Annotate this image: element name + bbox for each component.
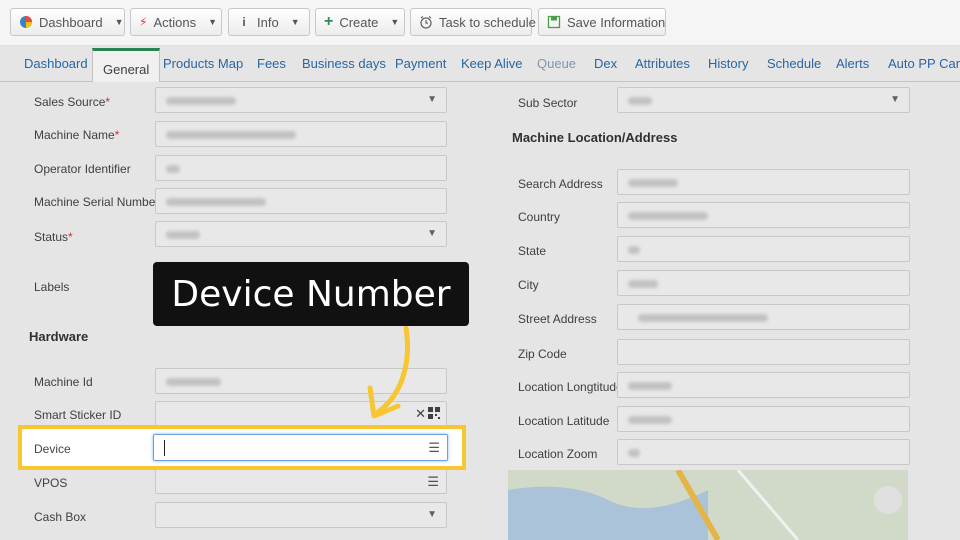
list-icon[interactable]: ☰ [428,440,440,456]
hardware-section-title: Hardware [29,329,89,344]
tab-dashboard[interactable]: Dashboard [24,56,88,71]
machine-location-heading: Machine Location/Address [512,130,678,145]
tab-dex[interactable]: Dex [594,56,617,71]
info-label: Info [257,14,279,30]
tab-payment[interactable]: Payment [395,56,446,71]
location-latitude-input[interactable] [617,406,910,432]
device-number-callout: Device Number [153,262,469,326]
state-label: State [518,244,547,258]
tab-auto-pp-cards[interactable]: Auto PP Cards [888,56,960,71]
location-zoom-label: Location Zoom [518,447,598,461]
zip-code-input[interactable] [617,339,910,365]
plus-icon: + [324,13,334,30]
chevron-down-icon: ▼ [427,228,437,239]
state-input[interactable] [617,236,910,262]
sub-sector-select[interactable]: ▼ [617,87,910,113]
country-select[interactable] [617,202,910,228]
street-address-input[interactable] [617,304,910,330]
street-address-label: Street Address [518,312,597,326]
dashboard-label: Dashboard [39,14,103,30]
info-dropdown-button[interactable]: i Info ▼ [228,8,310,36]
vpos-input[interactable]: ☰ [155,468,447,494]
location-longtitude-input[interactable] [617,372,910,398]
tab-bar: Dashboard General Products Map Fees Busi… [0,48,960,82]
toolbar: Dashboard ▼ ⚡ Actions ▼ i Info ▼ + Creat… [0,0,960,46]
machine-serial-number-label: Machine Serial Number [34,195,160,209]
actions-dropdown-button[interactable]: ⚡ Actions ▼ [130,8,222,36]
pie-chart-icon [19,15,33,29]
device-label: Device [34,442,71,456]
save-information-label: Save Information [567,14,666,30]
chevron-down-icon: ▼ [427,509,437,520]
info-icon: i [242,15,246,29]
device-input[interactable]: ☰ [153,434,448,461]
cash-box-select[interactable]: ▼ [155,502,447,528]
alarm-clock-icon [419,15,433,29]
callout-arrow-icon [367,326,411,419]
task-to-schedule-label: Task to schedule [439,14,536,30]
list-icon[interactable]: ☰ [427,474,439,490]
machine-id-label: Machine Id [34,375,93,389]
tab-fees[interactable]: Fees [257,56,286,71]
actions-label: Actions [153,14,197,30]
create-dropdown-button[interactable]: + Create ▼ [315,8,405,36]
labels-label: Labels [34,280,70,294]
zip-code-label: Zip Code [518,347,567,361]
tab-general[interactable]: General [92,48,161,82]
tab-schedule[interactable]: Schedule [767,56,821,71]
location-latitude-label: Location Latitude [518,414,610,428]
text-cursor [164,440,165,456]
dashboard-dropdown-button[interactable]: Dashboard ▼ [10,8,125,36]
sub-sector-label: Sub Sector [518,96,578,110]
operator-identifier-input[interactable] [155,155,447,181]
search-address-input[interactable] [617,169,910,195]
chevron-down-icon: ▼ [290,17,300,27]
smart-sticker-id-label: Smart Sticker ID [34,408,122,422]
chevron-down-icon: ▼ [890,94,900,105]
task-to-schedule-button[interactable]: Task to schedule [410,8,536,36]
city-label: City [518,278,539,292]
country-label: Country [518,210,561,224]
qr-code-icon[interactable] [428,407,440,422]
callout-text: Device Number [171,273,451,315]
lightning-icon: ⚡ [139,15,148,29]
tab-keep-alive[interactable]: Keep Alive [461,56,522,71]
location-map[interactable] [508,470,908,540]
chevron-down-icon: ▼ [427,94,437,105]
sales-source-label: Sales Source* [34,95,111,109]
city-input[interactable] [617,270,910,296]
chevron-down-icon: ▼ [390,17,400,27]
cash-box-label: Cash Box [34,510,87,524]
tab-alerts[interactable]: Alerts [836,56,869,71]
sales-source-select[interactable]: ▼ [155,87,447,113]
tab-attributes[interactable]: Attributes [635,56,690,71]
tab-queue[interactable]: Queue [537,56,576,71]
save-icon [547,15,561,29]
location-zoom-input[interactable] [617,439,910,465]
operator-identifier-label: Operator Identifier [34,162,131,176]
search-address-label: Search Address [518,177,603,191]
machine-name-label: Machine Name* [34,128,120,142]
save-information-button[interactable]: Save Information [538,8,666,36]
tab-history[interactable]: History [708,56,748,71]
chevron-down-icon: ▼ [208,17,217,27]
status-label: Status* [34,230,73,244]
create-label: Create [339,14,379,30]
status-select[interactable]: ▼ [155,221,447,247]
tab-products-map[interactable]: Products Map [163,56,243,71]
machine-name-input[interactable] [155,121,447,147]
tab-business-days[interactable]: Business days [302,56,386,71]
vpos-label: VPOS [34,476,68,490]
chevron-down-icon: ▼ [114,17,124,27]
location-longtitude-label: Location Longtitude [518,380,623,394]
machine-serial-number-input[interactable] [155,188,447,214]
